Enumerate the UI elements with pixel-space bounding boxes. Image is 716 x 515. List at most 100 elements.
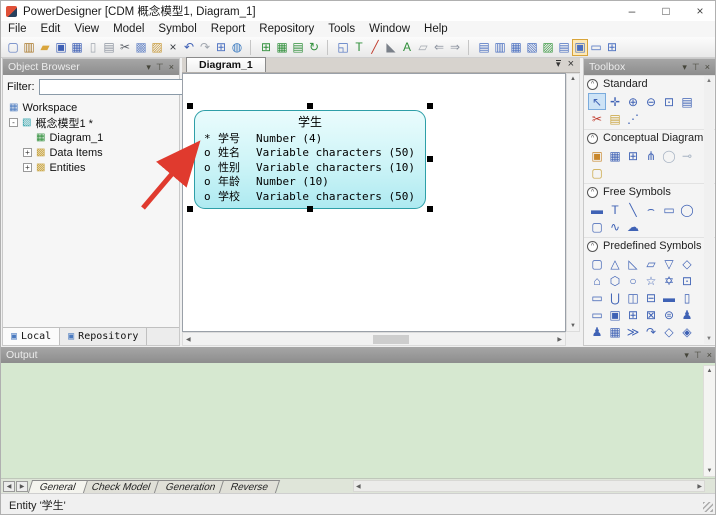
window-browser-icon[interactable]: ▥ [492, 39, 508, 56]
close-icon[interactable]: × [169, 62, 174, 72]
panel-menu-icon[interactable]: ▾ [684, 350, 689, 361]
banner-icon[interactable]: ▬ [588, 201, 606, 218]
shape-format-icon[interactable]: ◱ [335, 39, 351, 56]
font-icon[interactable]: A [399, 39, 415, 56]
zoom-out-icon[interactable]: ⊖ [642, 93, 660, 110]
output-horizontal-scrollbar[interactable]: ◀ ▶ [353, 480, 705, 492]
menu-item-view[interactable]: View [67, 21, 106, 37]
polyline-icon[interactable]: ∿ [606, 218, 624, 235]
tree-item-workspace[interactable]: ▦ Workspace [3, 100, 179, 115]
diagram-horizontal-scrollbar[interactable]: ◀ ▶ [182, 332, 566, 346]
grab-icon[interactable]: ✛ [606, 93, 624, 110]
close-document-icon[interactable]: × [568, 58, 574, 70]
menu-item-edit[interactable]: Edit [34, 21, 68, 37]
tab-scroll-left-icon[interactable]: ◀ [3, 481, 15, 492]
minimize-button[interactable]: – [615, 1, 649, 21]
window-list-icon[interactable]: ▾ [556, 60, 561, 68]
model-refresh-icon[interactable]: ↻ [306, 39, 322, 56]
redo-icon[interactable]: ↷ [197, 39, 213, 56]
pin-icon[interactable]: ⊤ [694, 350, 702, 361]
maximize-button[interactable]: □ [649, 1, 683, 21]
open-icon[interactable]: ▰ [37, 39, 53, 56]
close-button[interactable]: × [683, 1, 716, 21]
web-icon[interactable]: ◍ [229, 39, 245, 56]
tab-generation[interactable]: Generation [154, 480, 228, 493]
section-free-symbols[interactable]: ^ Free Symbols [584, 183, 715, 200]
menu-item-repository[interactable]: Repository [252, 21, 321, 37]
ellipse-icon[interactable]: ◯ [678, 201, 696, 218]
menu-item-symbol[interactable]: Symbol [151, 21, 203, 37]
shape-cube-icon[interactable]: ⊞ [624, 306, 642, 323]
window-diagram-icon[interactable]: ▤ [476, 39, 492, 56]
text-icon[interactable]: T [606, 201, 624, 218]
expand-expander[interactable]: + [23, 148, 32, 157]
resize-grip[interactable] [703, 502, 713, 512]
close-icon[interactable]: × [707, 350, 712, 360]
shape-folder-icon[interactable]: ▬ [660, 289, 678, 306]
zoom-in-icon[interactable]: ⊕ [624, 93, 642, 110]
collapse-expander[interactable]: - [9, 118, 18, 127]
tab-diagram-1[interactable]: Diagram_1 [186, 57, 266, 72]
shape-chevrons-icon[interactable]: ≫ [624, 323, 642, 340]
save-icon[interactable]: ▣ [53, 39, 69, 56]
menu-item-model[interactable]: Model [106, 21, 151, 37]
send-to-back-icon[interactable]: ▱ [415, 39, 431, 56]
print-preview-icon[interactable]: ▯ [85, 39, 101, 56]
selection-handle-top-center[interactable] [307, 103, 313, 109]
shape-tab-rect-icon[interactable]: ▭ [588, 289, 606, 306]
shape-diamond2-icon[interactable]: ◇ [660, 323, 678, 340]
grid-window-icon[interactable]: ⊞ [604, 39, 620, 56]
scroll-down-icon[interactable]: ▼ [570, 323, 576, 329]
menu-item-help[interactable]: Help [417, 21, 455, 37]
tab-scroll-right-icon[interactable]: ▶ [16, 481, 28, 492]
relationship-icon[interactable]: ◯ [660, 147, 678, 164]
arc-icon[interactable]: ⌢ [642, 201, 660, 218]
property-sheet-icon[interactable]: ⊞ [213, 39, 229, 56]
cut-icon[interactable]: ✂ [117, 39, 133, 56]
rounded-rect-icon[interactable]: ▢ [588, 218, 606, 235]
scroll-right-icon[interactable]: ▶ [697, 483, 702, 490]
shape-star6-icon[interactable]: ✡ [660, 272, 678, 289]
section-standard[interactable]: ^ Standard [584, 75, 715, 92]
rectangle-icon[interactable]: ▭ [660, 201, 678, 218]
open-workspace-icon[interactable]: ▥ [21, 39, 37, 56]
collapse-icon[interactable]: ^ [587, 79, 598, 90]
new-model-icon[interactable]: ⊞ [258, 39, 274, 56]
line-icon[interactable]: ╲ [624, 201, 642, 218]
tab-reverse[interactable]: Reverse [219, 480, 280, 493]
toolbox-scrollbar[interactable]: ▲ ▼ [704, 76, 714, 344]
shape-rounded-rect-icon[interactable]: ▢ [588, 255, 606, 272]
tree-item-data-items[interactable]: + ▩ Data Items [3, 145, 179, 160]
open-model-icon[interactable]: ▦ [274, 39, 290, 56]
delete-icon[interactable]: × [165, 39, 181, 56]
menu-item-report[interactable]: Report [204, 21, 253, 37]
tree-item-entities[interactable]: + ▩ Entities [3, 160, 179, 175]
shape-document-icon[interactable]: ▯ [678, 289, 696, 306]
window-preview-icon[interactable]: ▤ [556, 39, 572, 56]
shape-arc-arrow-icon[interactable]: ↷ [642, 323, 660, 340]
tab-repository[interactable]: ▣ Repository [60, 328, 147, 345]
tab-check-model[interactable]: Check Model [79, 480, 162, 493]
entity-symbol-student[interactable]: 学生 * 学号 Number (4) o 姓名 Variable charact… [194, 110, 426, 209]
window-refresh-icon[interactable]: ▨ [540, 39, 556, 56]
shape-small-folder-icon[interactable]: ⊡ [678, 272, 696, 289]
save-all-icon[interactable]: ▦ [69, 39, 85, 56]
inheritance-icon[interactable]: ⋔ [642, 147, 660, 164]
scroll-up-icon[interactable]: ▲ [706, 78, 712, 84]
shape-hexagon-icon[interactable]: ⬡ [606, 272, 624, 289]
close-icon[interactable]: × [705, 62, 710, 72]
tab-local[interactable]: ▣ Local [3, 328, 60, 345]
package-icon[interactable]: ▣ [588, 147, 606, 164]
shape-cylinder-icon[interactable]: ⊜ [660, 306, 678, 323]
text-format-icon[interactable]: T [351, 39, 367, 56]
association-icon[interactable]: ⊸ [678, 147, 696, 164]
shape-right-triangle-icon[interactable]: ◺ [624, 255, 642, 272]
shape-cube-shadow-icon[interactable]: ⊠ [642, 306, 660, 323]
table-icon[interactable]: ▦ [606, 147, 624, 164]
shape-triangle-icon[interactable]: △ [606, 255, 624, 272]
section-predefined-symbols[interactable]: ^ Predefined Symbols [584, 237, 715, 254]
menu-item-file[interactable]: File [1, 21, 34, 37]
pointer-icon[interactable]: ↖ [588, 93, 606, 110]
diagram-canvas[interactable]: 学生 * 学号 Number (4) o 姓名 Variable charact… [182, 73, 566, 332]
shape-trapezoid-icon[interactable]: ▽ [660, 255, 678, 272]
